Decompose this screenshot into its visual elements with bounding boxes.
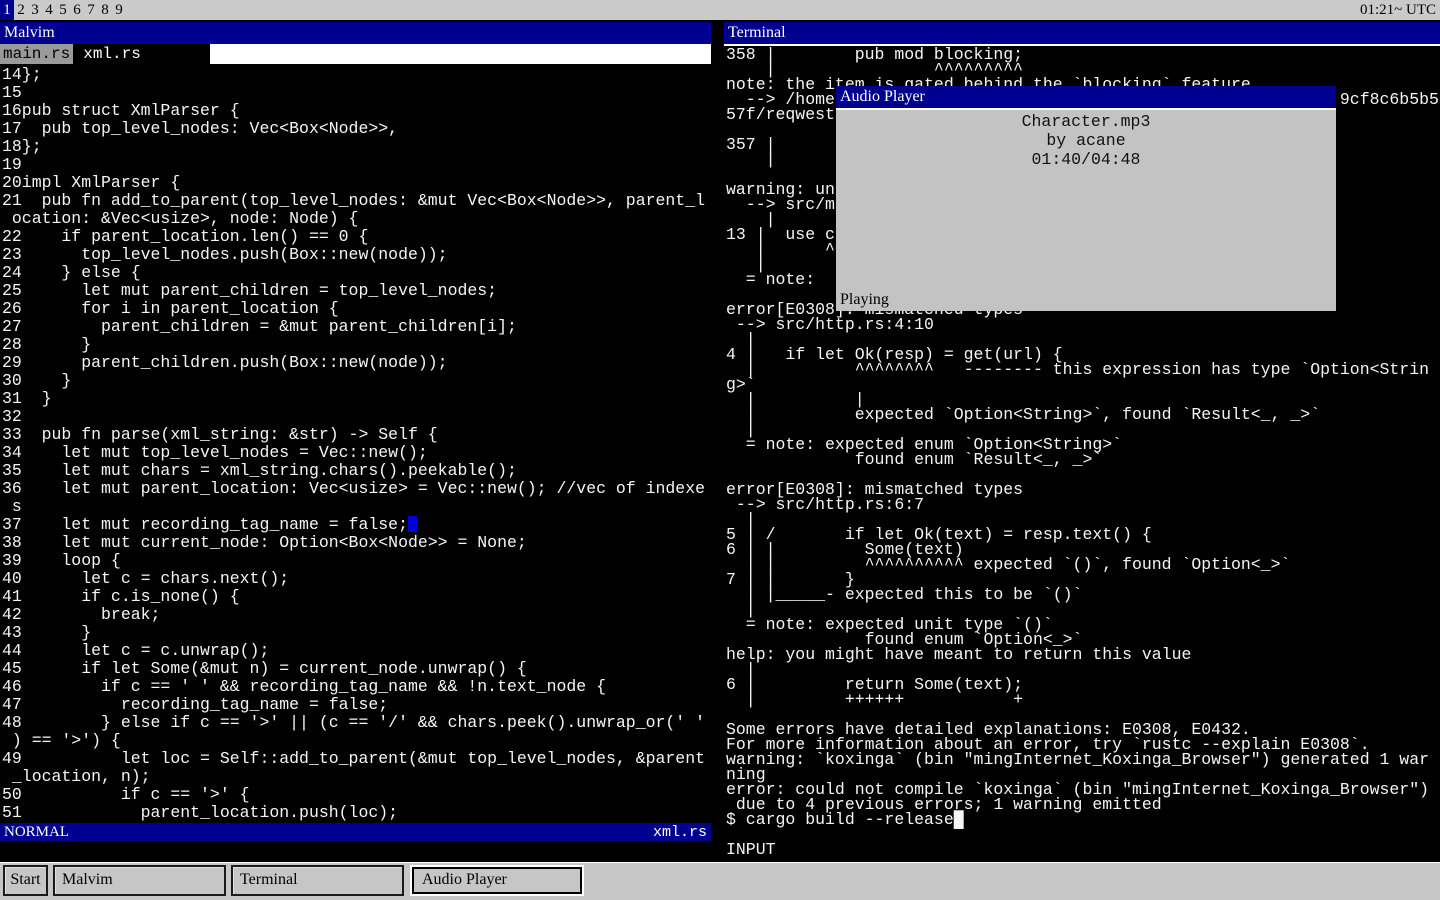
taskbar-button-malvim[interactable]: Malvim bbox=[53, 865, 226, 896]
track-time: 01:40/04:48 bbox=[836, 148, 1336, 167]
editor-statusbar: NORMAL xml.rs bbox=[0, 823, 711, 841]
tab-main-rs[interactable]: main.rs bbox=[0, 44, 73, 64]
editor-tabbar: main.rs xml.rs bbox=[0, 44, 711, 64]
window-audio-player: Audio Player Character.mp3 by acane 01:4… bbox=[836, 86, 1336, 311]
audio-player-titlebar[interactable]: Audio Player bbox=[836, 86, 1336, 108]
workspace-number-6[interactable]: 6 bbox=[70, 0, 84, 20]
clock: 01:21~ UTC bbox=[1360, 0, 1436, 20]
workspace-number-3[interactable]: 3 bbox=[28, 0, 42, 20]
workspace-number-9[interactable]: 9 bbox=[112, 0, 126, 20]
window-malvim: Malvim main.rs xml.rs 14}; 15 16pub stru… bbox=[0, 22, 711, 841]
editor-mode-indicator: NORMAL bbox=[4, 824, 69, 841]
workspace-number-4[interactable]: 4 bbox=[42, 0, 56, 20]
editor-cursor bbox=[408, 516, 417, 532]
editor-code-text: 14}; 15 16pub struct XmlParser { 17 pub … bbox=[0, 64, 711, 822]
workspace-number-1[interactable]: 1 bbox=[0, 0, 14, 20]
playback-status: Playing bbox=[840, 291, 889, 309]
workspace-number-5[interactable]: 5 bbox=[56, 0, 70, 20]
audio-player-body: Character.mp3 by acane 01:40/04:48 Playi… bbox=[836, 110, 1336, 311]
workspace-number-2[interactable]: 2 bbox=[14, 0, 28, 20]
track-title: Character.mp3 bbox=[836, 110, 1336, 129]
workspace-bar: 123456789 01:21~ UTC bbox=[0, 0, 1440, 20]
editor-status-filename: xml.rs bbox=[653, 824, 707, 841]
start-button[interactable]: Start bbox=[3, 865, 48, 896]
tabstrip: main.rs xml.rs bbox=[0, 44, 210, 64]
workspace-number-8[interactable]: 8 bbox=[98, 0, 112, 20]
tab-xml-rs[interactable]: xml.rs bbox=[73, 44, 151, 64]
track-artist: by acane bbox=[836, 129, 1336, 148]
malvim-titlebar[interactable]: Malvim bbox=[0, 22, 711, 44]
workspace-number-7[interactable]: 7 bbox=[84, 0, 98, 20]
taskbar: Start Malvim Terminal Audio Player bbox=[0, 862, 1440, 900]
terminal-titlebar[interactable]: Terminal bbox=[724, 22, 1440, 44]
editor-code-area[interactable]: 14}; 15 16pub struct XmlParser { 17 pub … bbox=[0, 64, 711, 823]
taskbar-button-audio-player[interactable]: Audio Player bbox=[410, 865, 584, 896]
taskbar-button-terminal[interactable]: Terminal bbox=[231, 865, 404, 896]
